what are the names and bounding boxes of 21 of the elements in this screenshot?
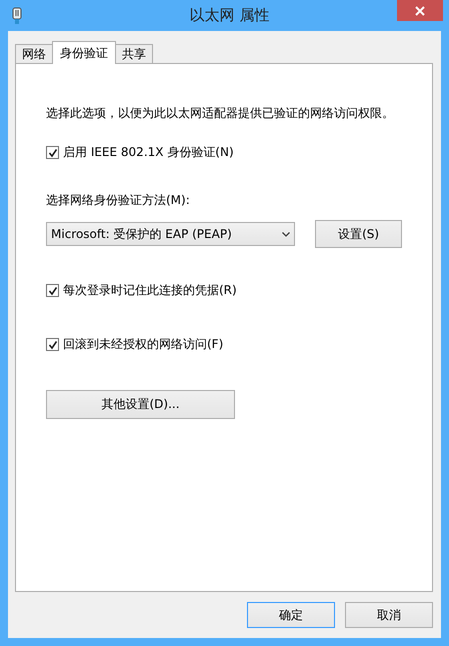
checkbox[interactable] [46,284,59,297]
checkbox-label: 启用 IEEE 802.1X 身份验证(N) [63,144,234,161]
chevron-down-icon [282,232,290,236]
checkbox[interactable] [46,338,59,351]
method-label: 选择网络身份验证方法(M): [46,192,191,209]
checkbox-label: 回滚到未经授权的网络访问(F) [63,336,224,353]
network-adapter-icon [12,6,22,24]
method-dropdown[interactable]: Microsoft: 受保护的 EAP (PEAP) [46,222,296,246]
checkbox[interactable] [46,146,59,159]
description-text: 选择此选项，以便为此以太网适配器提供已验证的网络访问权限。 [46,105,395,122]
window-title: 以太网 属性 [188,6,270,25]
close-button[interactable] [397,0,443,21]
tab[interactable]: 网络 [15,44,53,64]
dialog-button[interactable]: 取消 [345,602,433,628]
dialog-button[interactable]: 确定 [247,602,335,628]
tab[interactable]: 身份验证 [52,41,116,64]
close-icon [415,6,425,16]
settings-button[interactable]: 设置(S) [315,220,402,248]
tab[interactable]: 共享 [115,44,153,64]
advanced-settings-button[interactable]: 其他设置(D)... [46,390,235,419]
checkbox-label: 每次登录时记住此连接的凭据(R) [63,282,237,299]
